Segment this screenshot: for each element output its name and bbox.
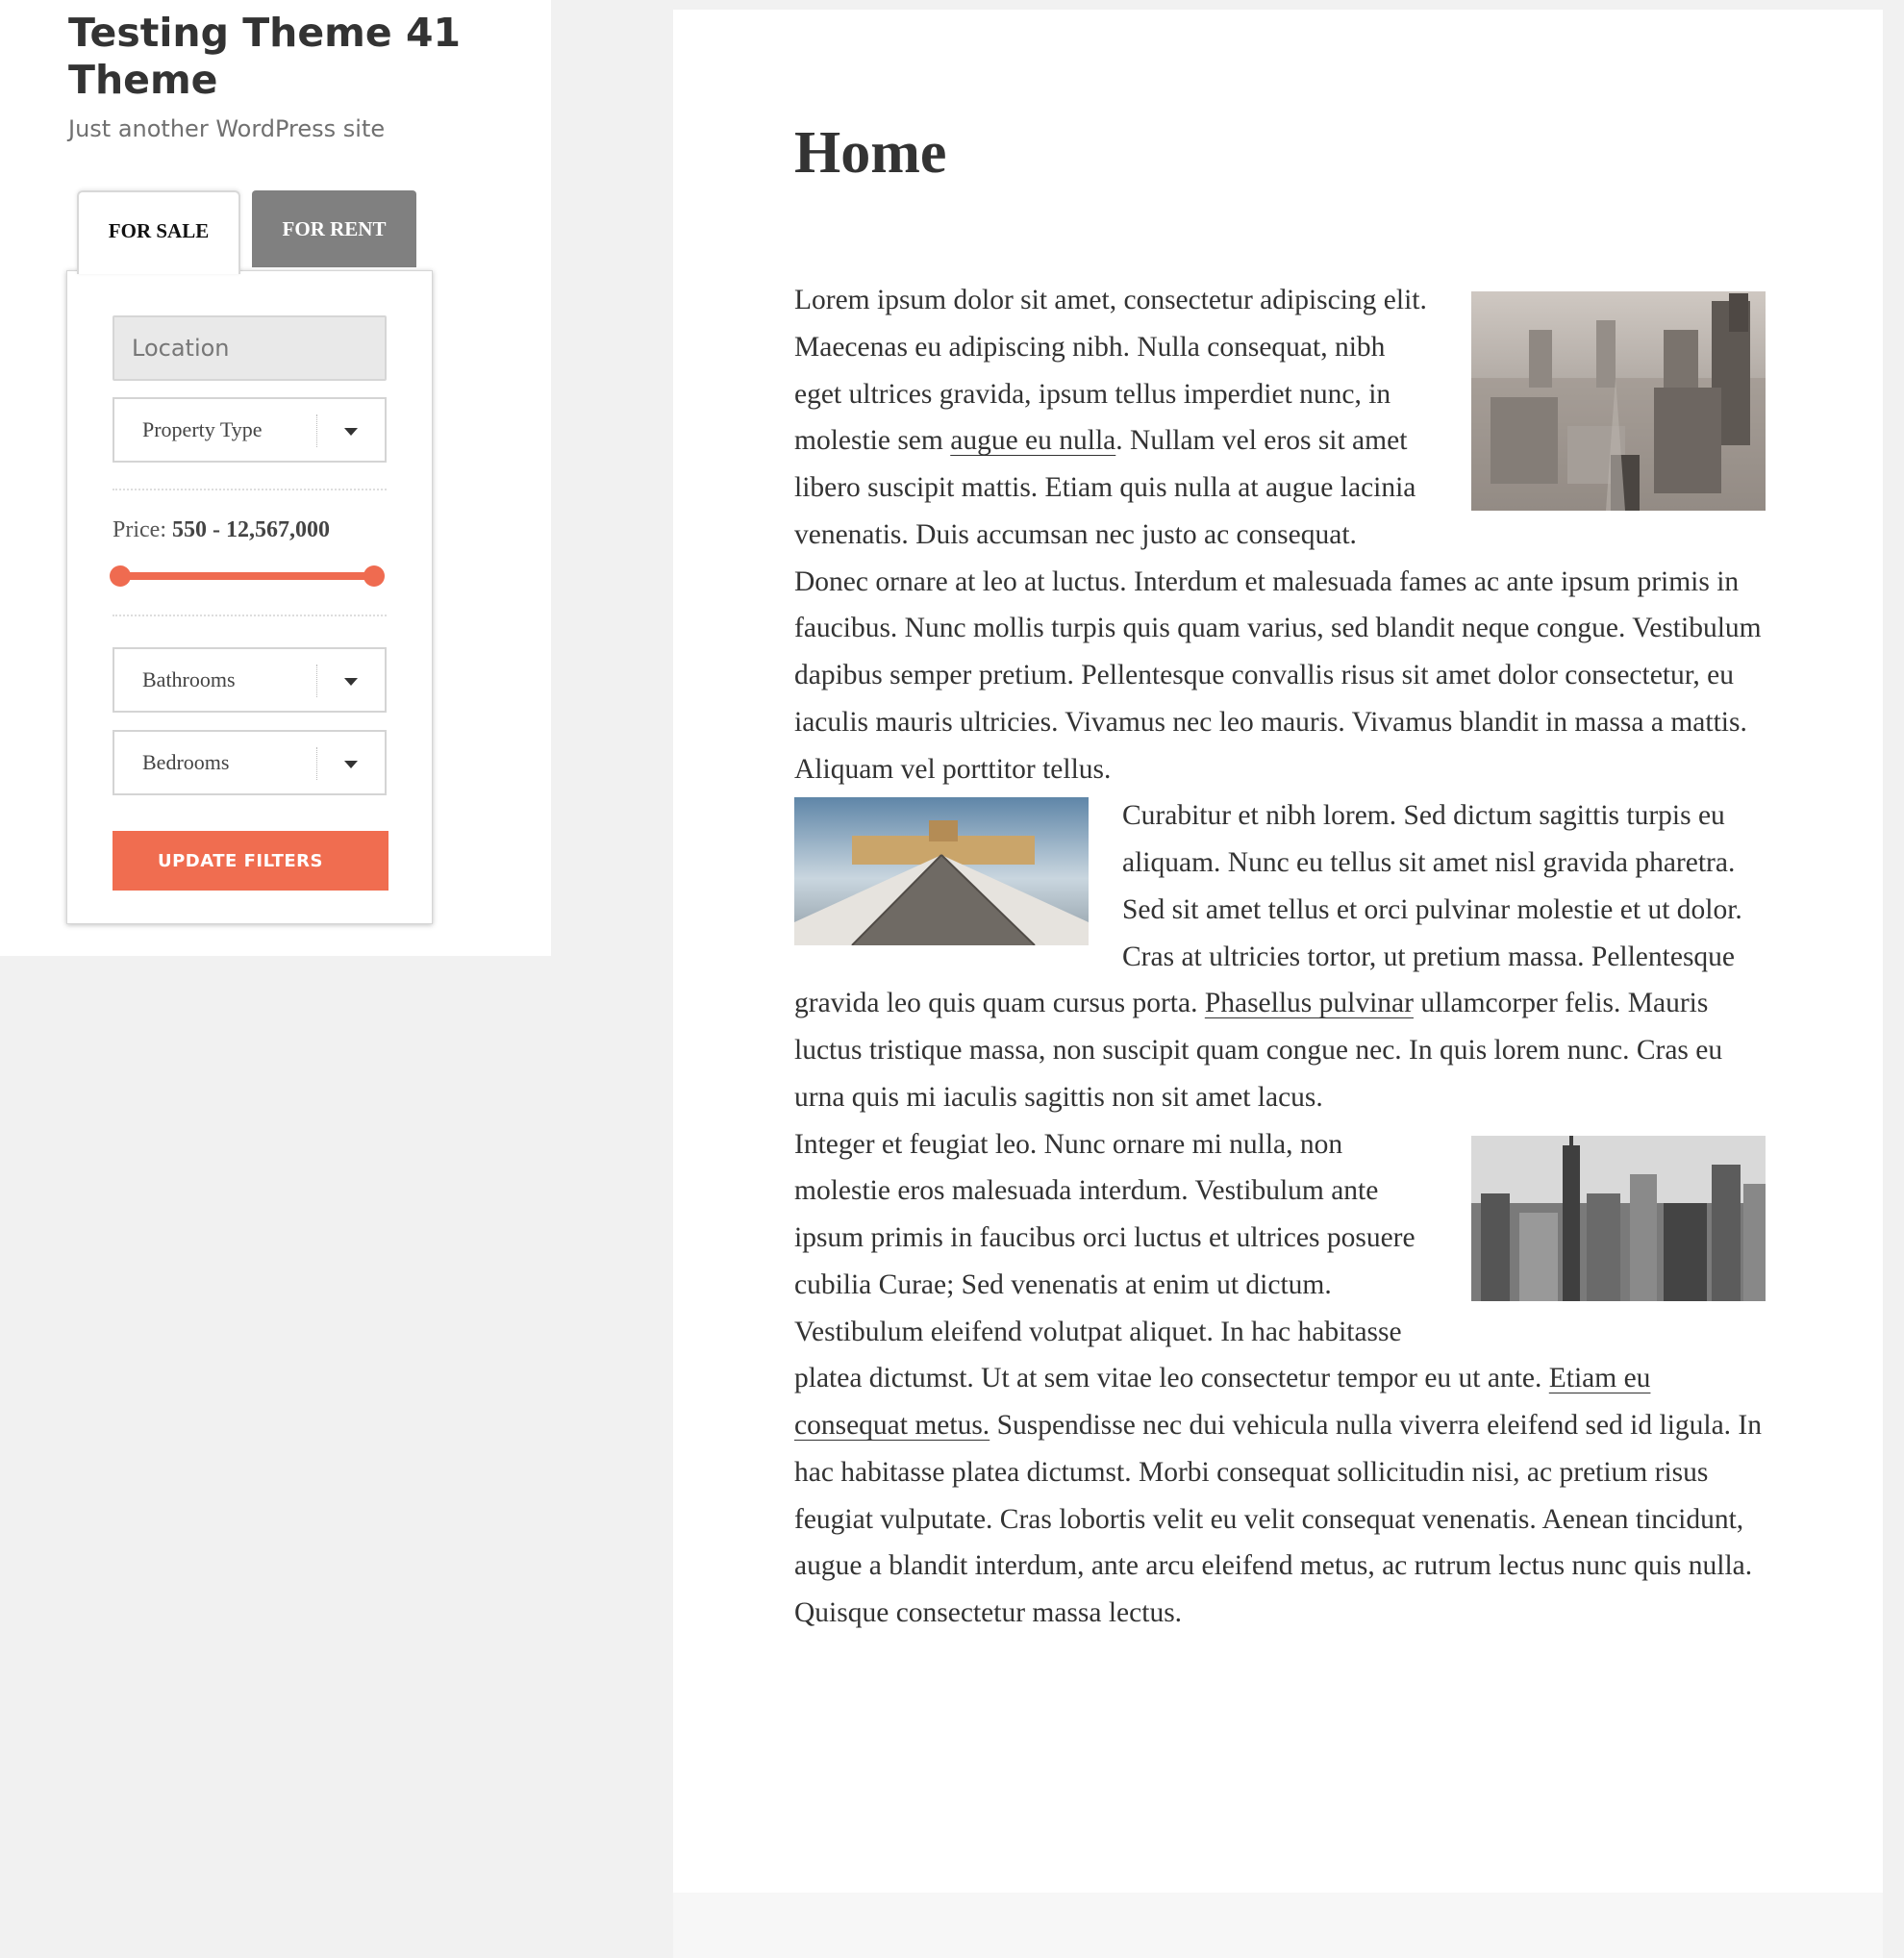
update-filters-button[interactable]: UPDATE FILTERS bbox=[113, 831, 388, 891]
paragraph-text: Suspendisse nec dui vehicula nulla viver… bbox=[794, 1410, 1763, 1628]
content-card: Home Lorem ipsum dolor sit amet, consect… bbox=[673, 10, 1883, 1893]
slider-handle-min[interactable] bbox=[110, 565, 131, 587]
price-range-value: 550 - 12,567,000 bbox=[171, 517, 330, 542]
select-separator bbox=[316, 414, 317, 447]
chevron-down-icon bbox=[344, 428, 358, 436]
bathrooms-select[interactable]: Bathrooms bbox=[113, 647, 387, 713]
pier-image bbox=[794, 797, 1089, 946]
price-range-label: Price: 550 - 12,567,000 bbox=[113, 517, 330, 543]
slider-handle-max[interactable] bbox=[363, 565, 385, 587]
tab-for-rent[interactable]: FOR RENT bbox=[252, 190, 416, 267]
sidebar: Testing Theme 41 Theme Just another Word… bbox=[0, 0, 551, 956]
inline-link[interactable]: augue eu nulla bbox=[950, 425, 1115, 456]
property-type-label: Property Type bbox=[142, 417, 263, 441]
skyline-image bbox=[1471, 1135, 1766, 1301]
property-type-select[interactable]: Property Type bbox=[113, 397, 387, 463]
site-description: Just another WordPress site bbox=[68, 115, 386, 142]
select-separator bbox=[316, 665, 317, 697]
location-input[interactable] bbox=[113, 315, 387, 381]
content-footer-strip bbox=[673, 1893, 1883, 1958]
property-search-form: Property Type Price: 550 - 12,567,000 Ba… bbox=[66, 270, 433, 924]
bedrooms-select[interactable]: Bedrooms bbox=[113, 730, 387, 795]
inline-link[interactable]: Phasellus pulvinar bbox=[1205, 988, 1414, 1018]
site-title[interactable]: Testing Theme 41 Theme bbox=[68, 10, 511, 104]
divider bbox=[113, 615, 387, 616]
chevron-down-icon bbox=[344, 678, 358, 686]
divider bbox=[113, 489, 387, 490]
price-label: Price: bbox=[113, 517, 166, 542]
page-title: Home bbox=[794, 120, 947, 186]
paragraph-text: Integer et feugiat leo. Nunc ornare mi n… bbox=[794, 1128, 1549, 1394]
tab-for-sale[interactable]: FOR SALE bbox=[77, 190, 240, 274]
chevron-down-icon bbox=[344, 761, 358, 768]
bedrooms-label: Bedrooms bbox=[142, 750, 230, 774]
select-separator bbox=[316, 747, 317, 780]
bathrooms-label: Bathrooms bbox=[142, 667, 236, 691]
slider-track[interactable] bbox=[120, 572, 374, 580]
price-range-slider[interactable] bbox=[110, 565, 385, 588]
article-body: Lorem ipsum dolor sit amet, consectetur … bbox=[794, 277, 1766, 1637]
city-aerial-image bbox=[1471, 291, 1766, 511]
